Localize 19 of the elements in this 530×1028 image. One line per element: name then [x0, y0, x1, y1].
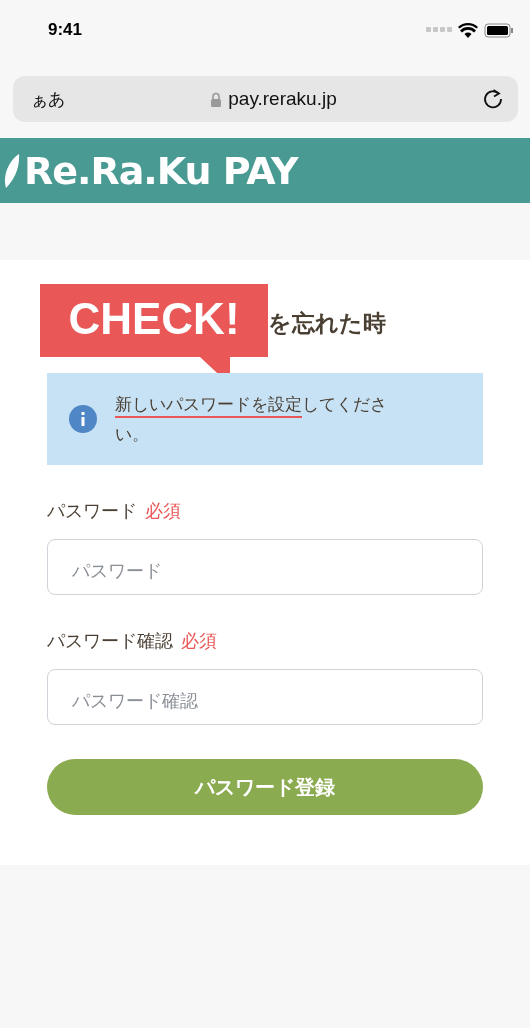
signal-icon — [426, 27, 452, 33]
leaf-icon — [4, 153, 20, 188]
required-tag: 必須 — [181, 629, 217, 653]
field-label: パスワード — [47, 499, 137, 523]
address-bar[interactable]: ぁあ pay.reraku.jp — [13, 76, 518, 122]
password-field[interactable]: パスワード — [47, 539, 483, 595]
info-icon — [69, 405, 97, 433]
field-label: パスワード確認 — [47, 629, 173, 653]
battery-icon — [484, 22, 514, 38]
clock: 9:41 — [48, 20, 83, 40]
page-heading: を忘れた時 — [268, 309, 386, 338]
notice-text: 新しいパスワードを設定 してください。 — [115, 393, 388, 446]
required-tag: 必須 — [145, 499, 181, 523]
url-text: pay.reraku.jp — [228, 88, 337, 110]
reload-icon[interactable] — [482, 88, 504, 110]
text-size-button[interactable]: ぁあ — [31, 87, 65, 111]
password-field[interactable]: パスワード確認 — [47, 669, 483, 725]
wifi-icon — [458, 22, 478, 38]
lock-icon — [210, 91, 223, 107]
